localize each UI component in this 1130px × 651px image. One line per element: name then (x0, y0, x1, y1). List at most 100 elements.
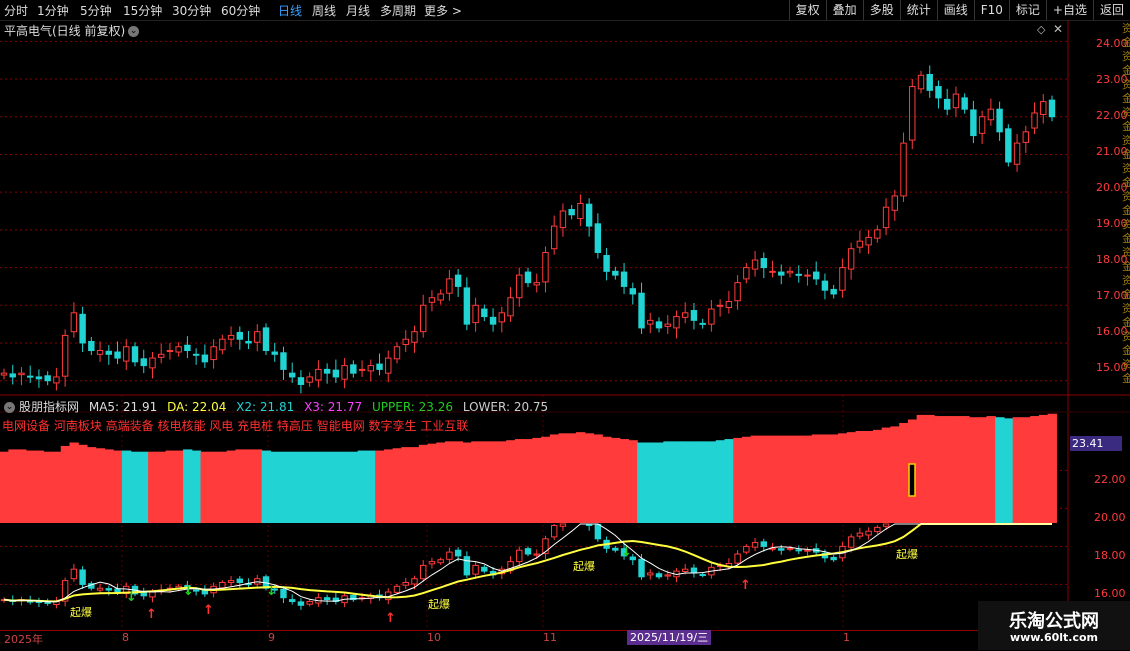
indicator-bar (1021, 417, 1031, 523)
candle-body (516, 274, 523, 299)
indicator-bar (357, 450, 368, 523)
chevron-down-icon[interactable]: ⌄ (4, 402, 15, 413)
indicator-bar (383, 449, 394, 523)
indicator-bar (715, 440, 726, 523)
indicator-bar (43, 451, 53, 523)
mini-candle-body (594, 523, 602, 540)
indicator-bar (418, 444, 429, 523)
indicator-bar (776, 435, 787, 523)
mini-candle-body (612, 547, 619, 551)
candle-body (874, 229, 881, 239)
side-panel-edge[interactable]: 资金资金资金资金资金资金资金资金资金资金资金资金资金 (1122, 22, 1130, 394)
candle-body (734, 282, 741, 302)
indicator-header: ⌄ 股朋指标网 MA5: 21.91 DA: 22.04 X2: 21.81 X3… (4, 398, 554, 415)
indicator-bar (113, 450, 123, 523)
mini-candle-body (516, 549, 523, 563)
candle-body (385, 357, 392, 374)
candle-body (804, 274, 811, 277)
indicator-bar (252, 449, 263, 523)
indicator-bar (471, 441, 481, 523)
signal-label: 起爆 (573, 560, 595, 573)
candle-body (1013, 142, 1021, 165)
indicator-bar (942, 416, 953, 523)
indicator-bar (934, 416, 944, 523)
indicator-bar (872, 429, 883, 523)
axis-tick-label: 16.00 (1094, 587, 1126, 600)
indicator-bar (462, 442, 472, 523)
axis-tick-label: 22.00 (1094, 473, 1126, 486)
indicator-bar (497, 441, 507, 523)
mini-candle-body (804, 549, 811, 552)
mini-candle-body (743, 545, 750, 553)
indicator-bar (741, 436, 752, 523)
candle-body (847, 248, 855, 270)
indicator-bar (1003, 418, 1014, 523)
candle-body (647, 319, 654, 325)
indicator-bar (995, 417, 1005, 523)
candle-body (288, 372, 296, 378)
candle-body (376, 363, 383, 370)
mini-candle-body (105, 588, 113, 591)
candle-body (952, 93, 960, 109)
mini-candle-body (647, 572, 654, 576)
candle-body (943, 98, 951, 110)
marker-box (908, 463, 916, 497)
candle-body (795, 273, 802, 276)
indicator-bar (654, 442, 664, 523)
candle-body (472, 304, 479, 324)
candle-body (926, 73, 933, 91)
candle-body (708, 308, 715, 325)
indicator-bar (436, 442, 446, 523)
indicator-bar (427, 443, 437, 523)
candle-body (157, 353, 165, 358)
indicator-bar (576, 432, 586, 523)
indicator-bar (951, 416, 961, 523)
candle-body (323, 368, 331, 374)
candle-body (114, 351, 121, 359)
time-tick: 1 (843, 631, 850, 644)
indicator-bar (881, 427, 892, 523)
signal-label: 起爆 (896, 548, 918, 561)
indicator-bar (803, 435, 813, 523)
indicator-bar (619, 439, 630, 523)
indicator-bar (191, 450, 202, 523)
sell-arrow-icon: ↓ (126, 590, 137, 605)
candle-body (769, 270, 776, 273)
indicator-bar (838, 433, 848, 523)
indicator-bar (401, 447, 411, 523)
candle-body (970, 109, 977, 137)
indicator-bar (200, 451, 210, 523)
indicator-value: DA: 22.04 (167, 400, 227, 414)
indicator-bar (366, 450, 376, 523)
candle-body (446, 278, 453, 294)
candle-body (507, 297, 514, 317)
indicator-bar (392, 448, 402, 523)
candle-body (358, 368, 366, 371)
mini-candle-body (533, 553, 540, 556)
candle-body (778, 271, 785, 276)
indicator-bar (1012, 417, 1023, 523)
ma-line-yellow (3, 523, 1052, 603)
indicator-bar (479, 441, 490, 523)
candle-body (262, 327, 270, 352)
indicator-bar (25, 450, 36, 523)
candle-body (909, 86, 916, 141)
indicator-bar (78, 444, 88, 523)
mini-candle-body (751, 542, 759, 548)
candle-body (411, 331, 418, 343)
candle-body (402, 338, 409, 345)
time-axis (0, 630, 1130, 651)
mini-candle-body (856, 532, 864, 537)
candle-body (96, 350, 104, 355)
candle-body (542, 251, 549, 283)
candle-body (0, 372, 8, 376)
indicator-name[interactable]: 股朋指标网 (19, 400, 79, 414)
indicator-bar (8, 449, 18, 523)
indicator-bar (986, 416, 996, 523)
indicator-bar (52, 451, 62, 523)
candle-body (315, 368, 322, 381)
candle-body (210, 346, 217, 361)
indicator-bar (811, 434, 822, 523)
mini-candle-body (786, 547, 794, 550)
mini-candle-body (437, 559, 444, 564)
